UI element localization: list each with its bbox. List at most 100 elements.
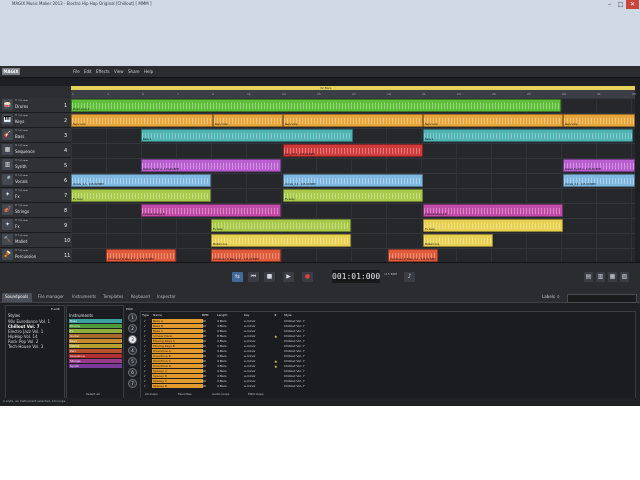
track-name[interactable]: Mallet <box>15 239 27 244</box>
track-controls[interactable]: M S ◐ ▬▬ <box>15 159 28 162</box>
search-input[interactable] <box>567 294 637 303</box>
select-all-button[interactable]: Select all <box>86 392 100 396</box>
audio-clip[interactable]: Seq_Vol.2 - 115.00 BPM <box>283 144 423 157</box>
pitch-button[interactable]: 5 <box>128 357 137 366</box>
tab-instruments[interactable]: Instruments <box>72 294 96 299</box>
track-name[interactable]: Synth <box>15 164 27 169</box>
track-controls[interactable]: M S ◐ ▬▬ <box>15 129 28 132</box>
pitch-button[interactable]: 6 <box>128 368 137 377</box>
track-name[interactable]: Fx <box>15 194 20 199</box>
pitch-button[interactable]: 3 <box>128 335 137 344</box>
audio-clip[interactable]: Chillout Strings B <box>423 204 563 217</box>
view-button-2[interactable]: ▥ <box>596 272 605 282</box>
audio-clip[interactable]: Keys Loop <box>563 114 635 127</box>
record-button[interactable]: ● <box>302 272 313 282</box>
track-controls[interactable]: M S ◐ ▬▬ <box>15 219 28 222</box>
audio-clip[interactable]: Combined_B_Bass_4 A - 115.00 BPM <box>211 249 281 262</box>
instrument-item[interactable]: Drums <box>69 324 122 328</box>
instrument-item[interactable]: Guitar <box>69 334 122 338</box>
instrument-item[interactable]: Strings <box>69 359 122 363</box>
audio-clip[interactable]: Fx Loop <box>423 219 563 232</box>
audio-clip[interactable]: Stereo Synth A · 115.00 BPM <box>141 159 281 172</box>
track-name[interactable]: Percussion <box>15 254 36 259</box>
audio-clip[interactable]: Keys Loop <box>213 114 283 127</box>
audio-clip[interactable]: Drum Loop 1 <box>71 99 561 112</box>
menu-help[interactable]: Help <box>144 69 153 74</box>
audio-clip[interactable]: Stereo Synth A · 115.00 BPM <box>563 159 635 172</box>
audio-clip[interactable]: Mallet Loop <box>423 234 493 247</box>
audio-clip[interactable]: Mallet Loop <box>211 234 351 247</box>
audio-clip[interactable]: Chillout Strings B <box>141 204 281 217</box>
track-controls[interactable]: M S ◐ ▬▬ <box>15 249 28 252</box>
pitch-button[interactable]: 1 <box>128 313 137 322</box>
instrument-item[interactable]: Sequence <box>69 354 122 358</box>
audio-clip[interactable]: Keys Loop <box>423 114 563 127</box>
metronome-button[interactable]: ♪ <box>404 272 415 282</box>
view-button-4[interactable]: ▧ <box>620 272 629 282</box>
col-bpm[interactable]: BPM <box>202 313 208 317</box>
loop-toggle-button[interactable]: ⇆ <box>232 272 243 282</box>
audio-clip[interactable]: Keys Loop <box>71 114 213 127</box>
pitch-button[interactable]: 2 <box>128 324 137 333</box>
audio-clip[interactable]: Vocals_4 A · 115.00 BPM <box>283 174 423 187</box>
maximize-button[interactable]: □ <box>615 0 626 9</box>
instrument-item[interactable]: Fx <box>69 329 122 333</box>
audio-clip[interactable]: Vocals_4 A · 115.00 BPM <box>71 174 211 187</box>
filter-favorites[interactable]: Favorites <box>178 392 192 396</box>
audio-clip[interactable]: Fx Loop <box>211 219 351 232</box>
tab-file-manager[interactable]: File manager <box>38 294 64 299</box>
col-style[interactable]: Style <box>284 313 292 317</box>
audio-clip[interactable]: Bass 1 <box>141 129 353 142</box>
col-type[interactable]: Type <box>142 313 149 317</box>
menu-file[interactable]: File <box>73 69 80 74</box>
col-length[interactable]: Length <box>217 313 227 317</box>
audio-clip[interactable]: Fx Loop <box>283 189 423 202</box>
menu-effects[interactable]: Effects <box>96 69 110 74</box>
track-controls[interactable]: M S ◐ ▬▬ <box>15 114 28 117</box>
to-start-button[interactable]: ⏮ <box>248 272 259 282</box>
view-button-1[interactable]: ▤ <box>584 272 593 282</box>
loop-row[interactable]: ♪ Spacey D 90 4 Bars e-minor Chillout Vol. 7 <box>142 384 632 389</box>
menu-share[interactable]: Share <box>128 69 140 74</box>
track-controls[interactable]: M S ◐ ▬▬ <box>15 174 28 177</box>
close-button[interactable]: ✕ <box>626 0 639 9</box>
audio-clip[interactable]: Combined_B_Bass_4 A - 115.00 BPM <box>388 249 438 262</box>
col-key[interactable]: Key <box>244 313 249 317</box>
pitch-button[interactable]: 7 <box>128 379 137 388</box>
instrument-item[interactable]: Mallet <box>69 344 122 348</box>
styles-edit-button[interactable]: E-edit <box>51 307 60 311</box>
audio-clip[interactable]: Vocals_4 A · 115.00 BPM <box>563 174 635 187</box>
track-name[interactable]: Drums <box>15 104 28 109</box>
instrument-item[interactable]: Bass <box>69 319 122 323</box>
col-favorite[interactable]: ★ <box>274 313 277 317</box>
search-icon[interactable]: ⌕ <box>557 294 560 300</box>
track-name[interactable]: Strings <box>15 209 29 214</box>
instrument-item[interactable]: Perc <box>69 349 122 353</box>
style-item[interactable]: Tech-House Vol. 3 <box>8 344 43 349</box>
stop-button[interactable]: ■ <box>264 272 275 282</box>
track-name[interactable]: Sequence <box>15 149 35 154</box>
instrument-item[interactable]: Synth <box>69 364 122 368</box>
tab-inspector[interactable]: Inspector <box>157 294 176 299</box>
track-name[interactable]: Vocals <box>15 179 28 184</box>
track-name[interactable]: Bass <box>15 134 24 139</box>
track-controls[interactable]: M S ◐ ▬▬ <box>15 204 28 207</box>
filter-audio-loops[interactable]: Audio loops <box>212 392 229 396</box>
pitch-button[interactable]: 4 <box>128 346 137 355</box>
instrument-item[interactable]: Keys <box>69 339 122 343</box>
minimize-button[interactable]: – <box>604 0 615 9</box>
track-controls[interactable]: M S ◐ ▬▬ <box>15 99 28 102</box>
filter-midi-loops[interactable]: MIDI loops <box>248 392 264 396</box>
audio-clip[interactable]: Combined_B_Bass_4 A - 115.00 BPM <box>106 249 176 262</box>
audio-clip[interactable]: Keys Loop <box>283 114 423 127</box>
play-button[interactable]: ▶ <box>283 272 294 282</box>
tab-templates[interactable]: Templates <box>103 294 123 299</box>
view-button-3[interactable]: ▦ <box>608 272 617 282</box>
track-controls[interactable]: M S ◐ ▬▬ <box>15 234 28 237</box>
track-controls[interactable]: M S ◐ ▬▬ <box>15 144 28 147</box>
menu-edit[interactable]: Edit <box>84 69 92 74</box>
loop-range-bar[interactable] <box>71 86 635 90</box>
track-name[interactable]: Fx <box>15 224 20 229</box>
filter-all-loops[interactable]: All loops <box>145 392 158 396</box>
track-name[interactable]: Keys <box>15 119 24 124</box>
